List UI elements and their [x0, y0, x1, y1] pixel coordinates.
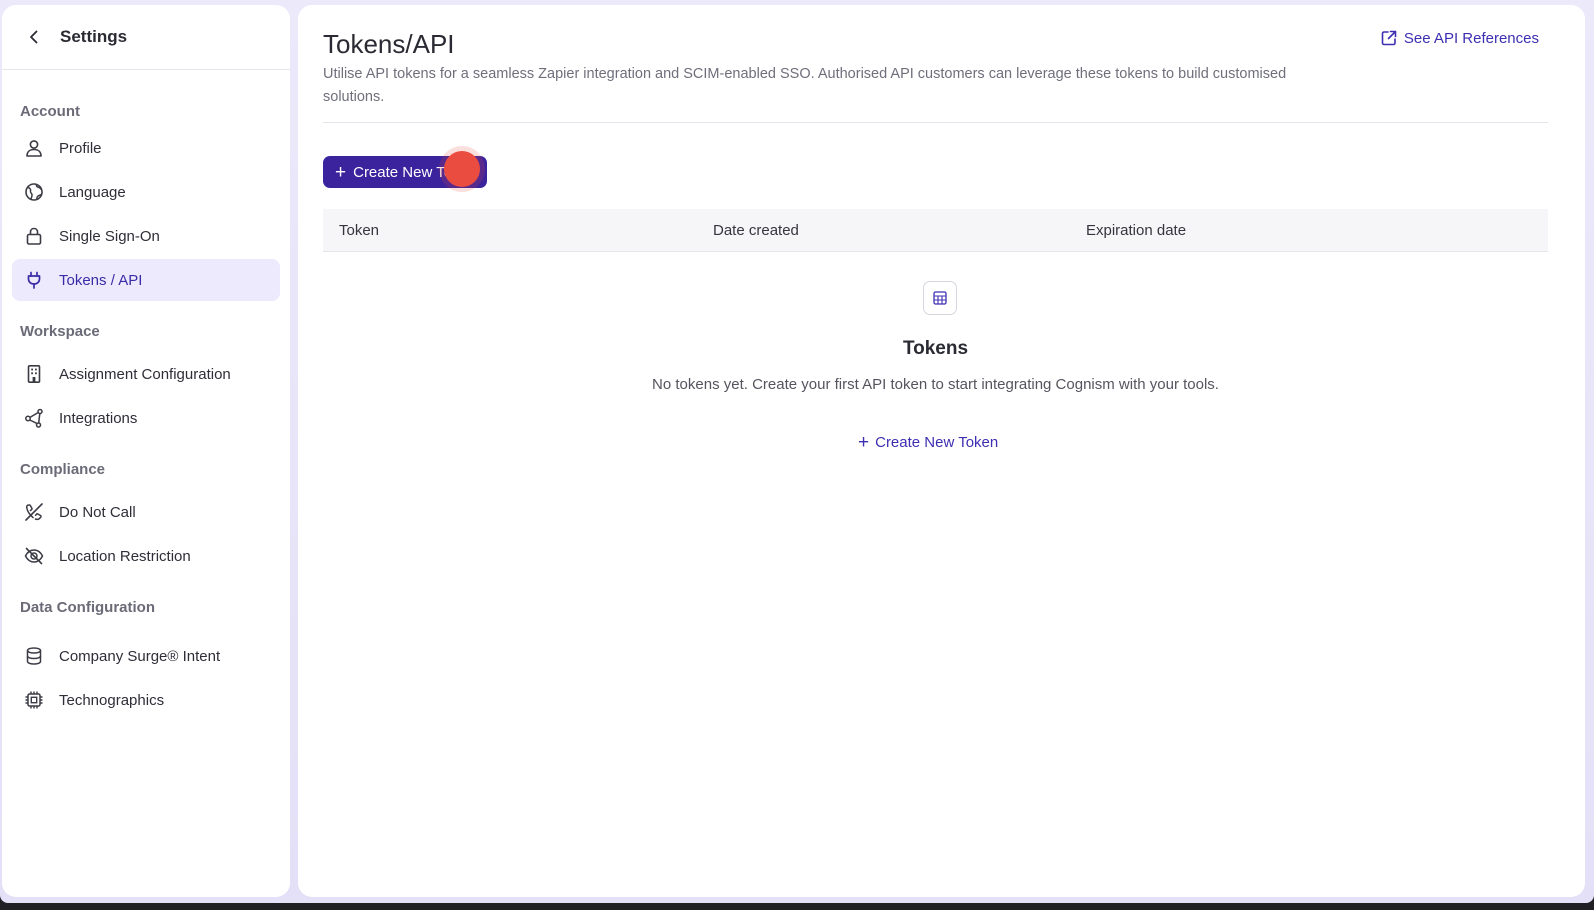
sidebar-header: Settings	[2, 5, 290, 70]
sidebar-item-label: Technographics	[59, 691, 165, 709]
tokens-table-header: Token Date created Expiration date	[323, 209, 1548, 252]
phone-off-icon	[24, 502, 44, 522]
sidebar-item-do-not-call[interactable]: Do Not Call	[12, 491, 280, 533]
see-api-references-link[interactable]: See API References	[1380, 29, 1539, 47]
see-api-references-label: See API References	[1403, 29, 1539, 47]
group-label-data-configuration: Data Configuration	[20, 599, 155, 616]
building-icon	[24, 364, 44, 384]
share-nodes-icon	[24, 408, 44, 428]
sidebar-item-profile[interactable]: Profile	[12, 127, 280, 169]
external-link-icon	[1380, 29, 1398, 47]
settings-sidebar: Settings Account Profile Language Single…	[2, 5, 290, 897]
create-new-token-label: Create New To	[353, 163, 453, 181]
sidebar-item-label: Integrations	[59, 409, 138, 427]
eye-off-icon	[24, 546, 44, 566]
group-label-workspace: Workspace	[20, 323, 100, 340]
sidebar-item-label: Profile	[59, 139, 102, 157]
empty-state-icon	[923, 281, 957, 315]
globe-icon	[24, 182, 44, 202]
empty-state-text: No tokens yet. Create your first API tok…	[652, 376, 1219, 393]
plus-icon: +	[858, 432, 870, 453]
sidebar-item-label: Do Not Call	[59, 503, 136, 521]
database-icon	[24, 646, 44, 666]
sidebar-item-technographics[interactable]: Technographics	[12, 679, 280, 721]
column-header-date-created: Date created	[713, 221, 799, 239]
header-divider	[323, 122, 1548, 123]
sidebar-item-label: Location Restriction	[59, 547, 191, 565]
sidebar-item-integrations[interactable]: Integrations	[12, 397, 280, 439]
empty-state-title: Tokens	[902, 338, 969, 359]
column-header-expiration-date: Expiration date	[1086, 221, 1187, 239]
click-marker	[444, 151, 480, 187]
sidebar-item-company-surge-intent[interactable]: Company Surge® Intent	[12, 635, 280, 677]
back-arrow-icon[interactable]	[24, 27, 44, 47]
sidebar-item-language[interactable]: Language	[12, 171, 280, 213]
sidebar-item-label: Assignment Configuration	[59, 365, 231, 383]
column-header-token: Token	[339, 221, 380, 239]
lock-icon	[24, 226, 44, 246]
create-new-token-link[interactable]: + Create New Token	[858, 433, 998, 452]
sidebar-item-location-restriction[interactable]: Location Restriction	[12, 535, 280, 577]
sidebar-item-label: Tokens / API	[59, 271, 143, 289]
plus-icon: +	[335, 161, 347, 183]
sidebar-item-assignment-configuration[interactable]: Assignment Configuration	[12, 353, 280, 395]
cpu-icon	[24, 690, 44, 710]
plug-icon	[24, 270, 44, 290]
user-icon	[24, 138, 44, 158]
sidebar-item-single-sign-on[interactable]: Single Sign-On	[12, 215, 280, 257]
sidebar-item-label: Language	[59, 183, 126, 201]
page-description: Utilise API tokens for a seamless Zapier…	[323, 66, 1287, 105]
sidebar-item-label: Single Sign-On	[59, 227, 160, 245]
group-label-account: Account	[20, 103, 80, 120]
sidebar-title: Settings	[60, 27, 128, 46]
group-label-compliance: Compliance	[20, 461, 106, 478]
sidebar-item-tokens-api[interactable]: Tokens / API	[12, 259, 280, 301]
main-panel: Tokens/API Utilise API tokens for a seam…	[298, 5, 1585, 897]
sidebar-item-label: Company Surge® Intent	[59, 647, 221, 665]
create-new-token-link-label: Create New Token	[875, 434, 999, 451]
page-title: Tokens/API	[323, 29, 455, 59]
